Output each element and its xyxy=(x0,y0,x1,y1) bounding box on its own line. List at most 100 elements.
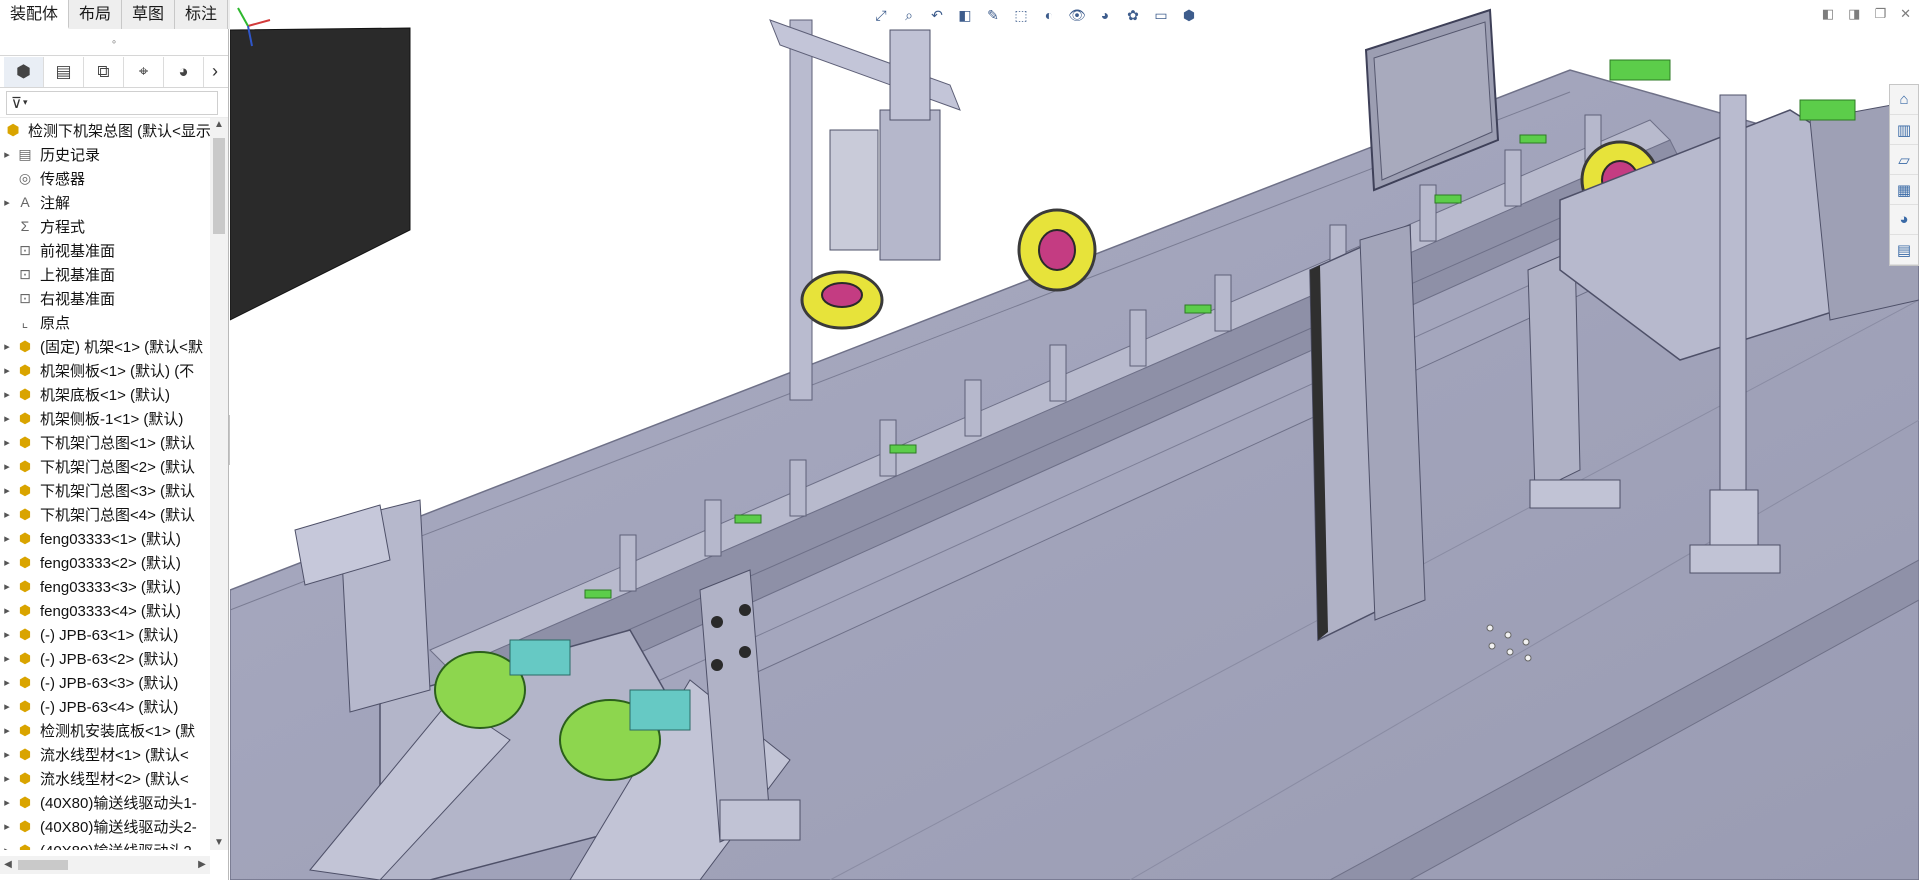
view-settings-icon[interactable]: ▭ xyxy=(1150,4,1172,26)
tree-item[interactable]: ▸ ⬢ feng03333<1> (默认) xyxy=(0,526,212,550)
expand-arrow-icon[interactable]: ▸ xyxy=(0,604,14,617)
dynamic-annotation-icon[interactable]: ✎ xyxy=(982,4,1004,26)
view-palette-icon[interactable]: ▦ xyxy=(1890,175,1918,205)
tree-item[interactable]: ◎ 传感器 xyxy=(0,166,212,190)
tree-horizontal-scrollbar[interactable]: ◀ ▶ xyxy=(0,856,210,874)
tile-right-icon[interactable]: ◨ xyxy=(1848,6,1860,22)
expand-arrow-icon[interactable]: ▸ xyxy=(0,508,14,521)
expand-arrow-icon[interactable]: ▸ xyxy=(0,676,14,689)
display-manager-icon[interactable]: ◕ xyxy=(164,56,204,87)
zoom-to-fit-icon[interactable]: ⤢ xyxy=(870,4,892,26)
expand-arrow-icon[interactable]: ▸ xyxy=(0,628,14,641)
scroll-left-arrow[interactable]: ◀ xyxy=(0,856,16,874)
tree-item[interactable]: ▸ ⬢ 机架侧板-1<1> (默认) xyxy=(0,406,212,430)
component-icon: ⬢ xyxy=(18,841,32,851)
appearances-icon[interactable]: ◕ xyxy=(1890,205,1918,235)
panel-grip[interactable]: ∘ xyxy=(0,29,228,56)
tab-1[interactable]: 布局 xyxy=(69,0,123,29)
previous-view-icon[interactable]: ↶ xyxy=(926,4,948,26)
edit-appearance-icon[interactable]: ◕ xyxy=(1094,4,1116,26)
hide-show-icon[interactable]: 👁 xyxy=(1066,4,1088,26)
expand-arrow-icon[interactable]: ▸ xyxy=(0,580,14,593)
tile-left-icon[interactable]: ◧ xyxy=(1822,6,1834,22)
tree-item[interactable]: ▸ ⬢ feng03333<3> (默认) xyxy=(0,574,212,598)
expand-arrow-icon[interactable]: ▸ xyxy=(0,724,14,737)
dimxpert-icon[interactable]: ⌖ xyxy=(124,56,164,87)
expand-arrow-icon[interactable]: ▸ xyxy=(0,364,14,377)
expand-arrow-icon[interactable]: ▸ xyxy=(0,700,14,713)
expand-arrow-icon[interactable]: ▸ xyxy=(0,436,14,449)
tree-item[interactable]: ▸ ⬢ 检测机安装底板<1> (默 xyxy=(0,718,212,742)
apply-scene-icon[interactable]: ✿ xyxy=(1122,4,1144,26)
configuration-manager-icon[interactable]: ⧉ xyxy=(84,56,124,87)
section-view-icon[interactable]: ◧ xyxy=(954,4,976,26)
expand-arrow-icon[interactable]: ▸ xyxy=(0,196,14,209)
graphics-viewport[interactable]: ⤢ ⌕ ↶ ◧ ✎ ⬚ ◐ 👁 ◕ ✿ ▭ ⬢ ◧ ◨ ❐ ✕ ⌂ ▥ ▱ ▦ ◕ ▤ xyxy=(230,0,1919,880)
design-library-icon[interactable]: ▥ xyxy=(1890,115,1918,145)
tree-root[interactable]: ⬢ 检测下机架总图 (默认<显示 xyxy=(0,118,212,142)
expand-arrow-icon[interactable]: ▸ xyxy=(0,148,14,161)
property-manager-icon[interactable]: ▤ xyxy=(44,56,84,87)
tree-item[interactable]: ⌞ 原点 xyxy=(0,310,212,334)
tree-item[interactable]: ▸ ⬢ (40X80)输送线驱动头1- xyxy=(0,790,212,814)
tree-item[interactable]: ▸ A 注解 xyxy=(0,190,212,214)
tree-item[interactable]: ▸ ⬢ (-) JPB-63<3> (默认) xyxy=(0,670,212,694)
scroll-thumb[interactable] xyxy=(213,138,225,234)
tree-item[interactable]: ▸ ⬢ (-) JPB-63<2> (默认) xyxy=(0,646,212,670)
filter-input[interactable]: ⊽ ▾ xyxy=(6,90,218,115)
tree-item[interactable]: ▸ ⬢ 机架侧板<1> (默认) (不 xyxy=(0,358,212,382)
tree-item[interactable]: ▸ ⬢ feng03333<2> (默认) xyxy=(0,550,212,574)
filter-icon[interactable]: ⊽ xyxy=(11,94,22,112)
file-explorer-icon[interactable]: ▱ xyxy=(1890,145,1918,175)
tree-item[interactable]: ▸ ⬢ 流水线型材<1> (默认< xyxy=(0,742,212,766)
expand-arrow-icon[interactable]: ▸ xyxy=(0,412,14,425)
tree-item[interactable]: ⊡ 前视基准面 xyxy=(0,238,212,262)
expand-arrow-icon[interactable]: ▸ xyxy=(0,796,14,809)
tree-item[interactable]: ▸ ⬢ 下机架门总图<3> (默认 xyxy=(0,478,212,502)
expand-arrow-icon[interactable]: ▸ xyxy=(0,460,14,473)
tree-item[interactable]: ▸ ⬢ 下机架门总图<4> (默认 xyxy=(0,502,212,526)
tab-0[interactable]: 装配体 xyxy=(0,0,70,29)
scroll-right-arrow[interactable]: ▶ xyxy=(194,856,210,874)
tab-3[interactable]: 标注 xyxy=(175,0,229,29)
view-orientation-icon[interactable]: ⬚ xyxy=(1010,4,1032,26)
tree-item[interactable]: ▸ ⬢ (-) JPB-63<4> (默认) xyxy=(0,694,212,718)
more-tabs-chevron-icon[interactable]: › xyxy=(204,57,226,87)
expand-arrow-icon[interactable]: ▸ xyxy=(0,388,14,401)
tree-vertical-scrollbar[interactable]: ▲ ▼ xyxy=(210,118,228,850)
expand-arrow-icon[interactable]: ▸ xyxy=(0,484,14,497)
close-icon[interactable]: ✕ xyxy=(1900,6,1911,22)
expand-arrow-icon[interactable]: ▸ xyxy=(0,748,14,761)
scroll-up-arrow[interactable]: ▲ xyxy=(210,118,228,132)
tree-item[interactable]: ▸ ⬢ feng03333<4> (默认) xyxy=(0,598,212,622)
expand-arrow-icon[interactable]: ▸ xyxy=(0,652,14,665)
expand-arrow-icon[interactable]: ▸ xyxy=(0,556,14,569)
tree-item[interactable]: ▸ ⬢ (40X80)输送线驱动头2- xyxy=(0,814,212,838)
tree-item[interactable]: ⊡ 右视基准面 xyxy=(0,286,212,310)
expand-arrow-icon[interactable]: ▸ xyxy=(0,844,14,851)
feature-manager-icon[interactable]: ⬢ xyxy=(4,56,44,87)
custom-properties-icon[interactable]: ▤ xyxy=(1890,235,1918,265)
tree-item[interactable]: ⊡ 上视基准面 xyxy=(0,262,212,286)
home-icon[interactable]: ⌂ xyxy=(1890,85,1918,115)
scroll-down-arrow[interactable]: ▼ xyxy=(210,836,228,850)
tree-item[interactable]: ▸ ▤ 历史记录 xyxy=(0,142,212,166)
tree-item[interactable]: ▸ ⬢ 下机架门总图<2> (默认 xyxy=(0,454,212,478)
zoom-area-icon[interactable]: ⌕ xyxy=(898,4,920,26)
tree-item[interactable]: ▸ ⬢ (固定) 机架<1> (默认<默 xyxy=(0,334,212,358)
tree-item[interactable]: ▸ ⬢ 流水线型材<2> (默认< xyxy=(0,766,212,790)
expand-arrow-icon[interactable]: ▸ xyxy=(0,820,14,833)
display-style-icon[interactable]: ◐ xyxy=(1038,4,1060,26)
hscroll-thumb[interactable] xyxy=(18,860,68,870)
expand-arrow-icon[interactable]: ▸ xyxy=(0,772,14,785)
3d-view-icon[interactable]: ⬢ xyxy=(1178,4,1200,26)
restore-icon[interactable]: ❐ xyxy=(1874,6,1886,22)
tree-item[interactable]: Σ 方程式 xyxy=(0,214,212,238)
tree-item[interactable]: ▸ ⬢ (40X80)输送线驱动头2- xyxy=(0,838,212,851)
tree-item[interactable]: ▸ ⬢ (-) JPB-63<1> (默认) xyxy=(0,622,212,646)
tree-item[interactable]: ▸ ⬢ 下机架门总图<1> (默认 xyxy=(0,430,212,454)
expand-arrow-icon[interactable]: ▸ xyxy=(0,340,14,353)
tree-item[interactable]: ▸ ⬢ 机架底板<1> (默认) xyxy=(0,382,212,406)
expand-arrow-icon[interactable]: ▸ xyxy=(0,532,14,545)
tab-2[interactable]: 草图 xyxy=(122,0,176,29)
